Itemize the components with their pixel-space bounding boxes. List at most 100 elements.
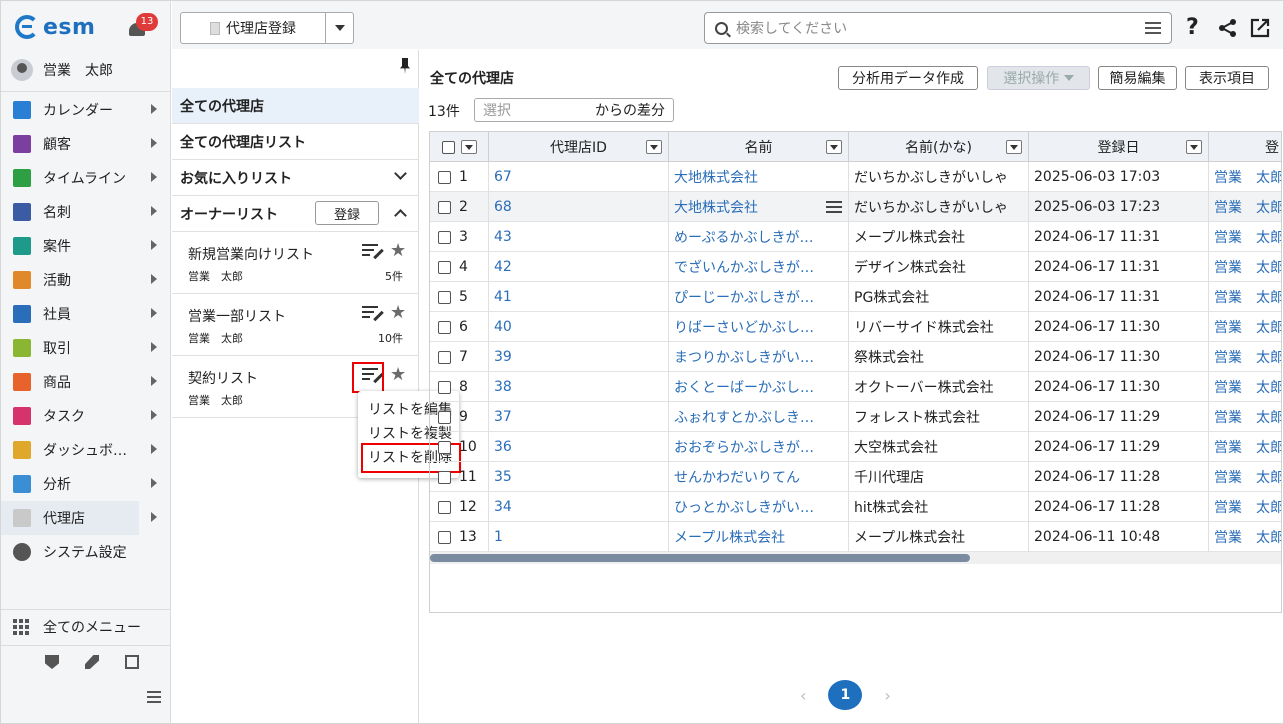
agency-id-link[interactable]: 41: [489, 282, 669, 312]
agency-id-link[interactable]: 35: [489, 462, 669, 492]
display-columns-button[interactable]: 表示項目: [1185, 66, 1269, 90]
quick-edit-button[interactable]: 簡易編集: [1098, 66, 1177, 90]
register-dropdown-toggle[interactable]: [326, 25, 353, 31]
next-page-icon[interactable]: ›: [884, 686, 890, 705]
export-data-button[interactable]: 分析用データ作成: [838, 66, 978, 90]
table-row[interactable]: 8 38 おくとーばーかぶし… オクトーバー株式会社 2024-06-17 11:30 営…: [430, 372, 1281, 402]
agency-name-link[interactable]: めーぷるかぶしきが…: [669, 222, 849, 252]
user-profile[interactable]: 営業 太郎: [11, 59, 113, 81]
agency-name-link[interactable]: メープル株式会社: [669, 522, 849, 552]
row-checkbox[interactable]: [438, 380, 451, 394]
favorites-section[interactable]: お気に入りリスト: [172, 160, 419, 196]
column-header[interactable]: 名前: [669, 132, 849, 162]
sidebar-item-7[interactable]: 取引: [1, 331, 171, 365]
esm-logo[interactable]: esm: [15, 13, 95, 41]
sidebar-item-13[interactable]: システム設定: [1, 535, 171, 569]
prev-page-icon[interactable]: ‹: [800, 686, 806, 705]
registrant-link[interactable]: 営業 太郎: [1209, 252, 1281, 282]
registrant-link[interactable]: 営業 太郎: [1209, 432, 1281, 462]
collapse-sidebar-icon[interactable]: [147, 691, 161, 703]
column-header[interactable]: 登録日: [1029, 132, 1209, 162]
registrant-link[interactable]: 営業 太郎: [1209, 522, 1281, 552]
agency-id-link[interactable]: 43: [489, 222, 669, 252]
registrant-link[interactable]: 営業 太郎: [1209, 372, 1281, 402]
registrant-link[interactable]: 営業 太郎: [1209, 342, 1281, 372]
agency-name-link[interactable]: おくとーばーかぶし…: [669, 372, 849, 402]
agency-name-link[interactable]: ぴーじーかぶしきが…: [669, 282, 849, 312]
edit-list-icon[interactable]: [362, 306, 384, 322]
table-icon[interactable]: [125, 655, 139, 669]
sidebar-item-3[interactable]: 名刺: [1, 195, 171, 229]
sidebar-item-12[interactable]: 代理店: [1, 501, 157, 535]
sidebar-item-5[interactable]: 活動: [1, 263, 171, 297]
shield-icon[interactable]: [45, 655, 59, 669]
column-menu-dropdown[interactable]: [646, 140, 662, 154]
agency-name-link[interactable]: ひっとかぶしきがい…: [669, 492, 849, 522]
row-menu-icon[interactable]: [826, 201, 842, 213]
registrant-link[interactable]: 営業 太郎: [1209, 282, 1281, 312]
edit-list-icon[interactable]: [362, 244, 384, 260]
agency-name-link[interactable]: おおぞらかぶしきが…: [669, 432, 849, 462]
registrant-link[interactable]: 営業 太郎: [1209, 462, 1281, 492]
agency-name-link[interactable]: せんかわだいりてん: [669, 462, 849, 492]
sidebar-item-8[interactable]: 商品: [1, 365, 171, 399]
row-checkbox[interactable]: [438, 200, 451, 214]
table-row[interactable]: 5 41 ぴーじーかぶしきが… PG株式会社 2024-06-17 11:31 営業 太郎: [430, 282, 1281, 312]
page-1-button[interactable]: 1: [828, 680, 863, 710]
all-agencies-item[interactable]: 全ての代理店: [172, 88, 419, 124]
agency-id-link[interactable]: 67: [489, 162, 669, 192]
sidebar-item-9[interactable]: タスク: [1, 399, 171, 433]
table-row[interactable]: 10 36 おおぞらかぶしきが… 大空株式会社 2024-06-17 11:29 営業 太…: [430, 432, 1281, 462]
diff-selector[interactable]: 選択 からの差分: [474, 98, 674, 122]
all-menu-button[interactable]: 全てのメニュー: [13, 617, 141, 637]
agency-name-link[interactable]: ふぉれすとかぶしき…: [669, 402, 849, 432]
star-icon[interactable]: ★: [390, 242, 406, 260]
agency-id-link[interactable]: 68: [489, 192, 669, 222]
row-checkbox[interactable]: [438, 230, 451, 244]
registrant-link[interactable]: 営業 太郎: [1209, 312, 1281, 342]
column-menu-dropdown[interactable]: [1186, 140, 1202, 154]
star-icon[interactable]: ★: [390, 366, 406, 384]
row-checkbox[interactable]: [438, 290, 451, 304]
agency-id-link[interactable]: 42: [489, 252, 669, 282]
row-checkbox[interactable]: [438, 530, 451, 544]
share-icon[interactable]: [1218, 18, 1238, 38]
table-row[interactable]: 11 35 せんかわだいりてん 千川代理店 2024-06-17 11:28 営業 太郎: [430, 462, 1281, 492]
column-header[interactable]: 名前(かな): [849, 132, 1029, 162]
pin-icon[interactable]: [400, 58, 410, 74]
row-checkbox[interactable]: [438, 470, 451, 484]
column-menu-dropdown[interactable]: [1006, 140, 1022, 154]
agency-id-link[interactable]: 34: [489, 492, 669, 522]
agency-id-link[interactable]: 39: [489, 342, 669, 372]
scrollbar-thumb[interactable]: [430, 554, 970, 562]
agency-name-link[interactable]: でざいんかぶしきが…: [669, 252, 849, 282]
sidebar-item-6[interactable]: 社員: [1, 297, 171, 331]
select-dropdown[interactable]: [460, 140, 477, 154]
agency-id-link[interactable]: 1: [489, 522, 669, 552]
help-icon[interactable]: ?: [1186, 15, 1199, 40]
wrench-icon[interactable]: [85, 655, 99, 669]
registrant-link[interactable]: 営業 太郎: [1209, 492, 1281, 522]
agency-id-link[interactable]: 36: [489, 432, 669, 462]
select-all-checkbox[interactable]: [441, 140, 455, 154]
table-row[interactable]: 9 37 ふぉれすとかぶしき… フォレスト株式会社 2024-06-17 11:29 営業…: [430, 402, 1281, 432]
row-checkbox[interactable]: [438, 260, 451, 274]
table-row[interactable]: 1 67 大地株式会社 だいちかぶしきがいしゃ 2025-06-03 17:03 営業 太…: [430, 162, 1281, 192]
registrant-link[interactable]: 営業 太郎: [1209, 192, 1281, 222]
all-lists-item[interactable]: 全ての代理店リスト: [172, 124, 419, 160]
bulk-action-button[interactable]: 選択操作: [987, 66, 1090, 90]
agency-id-link[interactable]: 38: [489, 372, 669, 402]
search-input[interactable]: 検索してください: [704, 12, 1172, 44]
agency-id-link[interactable]: 37: [489, 402, 669, 432]
owner-list-item[interactable]: 営業一部リスト 営業 太郎 10件 ★: [172, 294, 419, 356]
table-row[interactable]: 3 43 めーぷるかぶしきが… メープル株式会社 2024-06-17 11:31 営業 …: [430, 222, 1281, 252]
agency-name-link[interactable]: まつりかぶしきがい…: [669, 342, 849, 372]
column-header[interactable]: 登: [1209, 132, 1281, 162]
open-external-icon[interactable]: [1250, 18, 1270, 38]
table-row[interactable]: 12 34 ひっとかぶしきがい… hit株式会社 2024-06-17 11:28 営業 …: [430, 492, 1281, 522]
register-list-button[interactable]: 登録: [315, 201, 379, 225]
filter-icon[interactable]: [1145, 22, 1161, 36]
star-icon[interactable]: ★: [390, 304, 406, 322]
agency-id-link[interactable]: 40: [489, 312, 669, 342]
agency-name-link[interactable]: 大地株式会社: [669, 162, 849, 192]
